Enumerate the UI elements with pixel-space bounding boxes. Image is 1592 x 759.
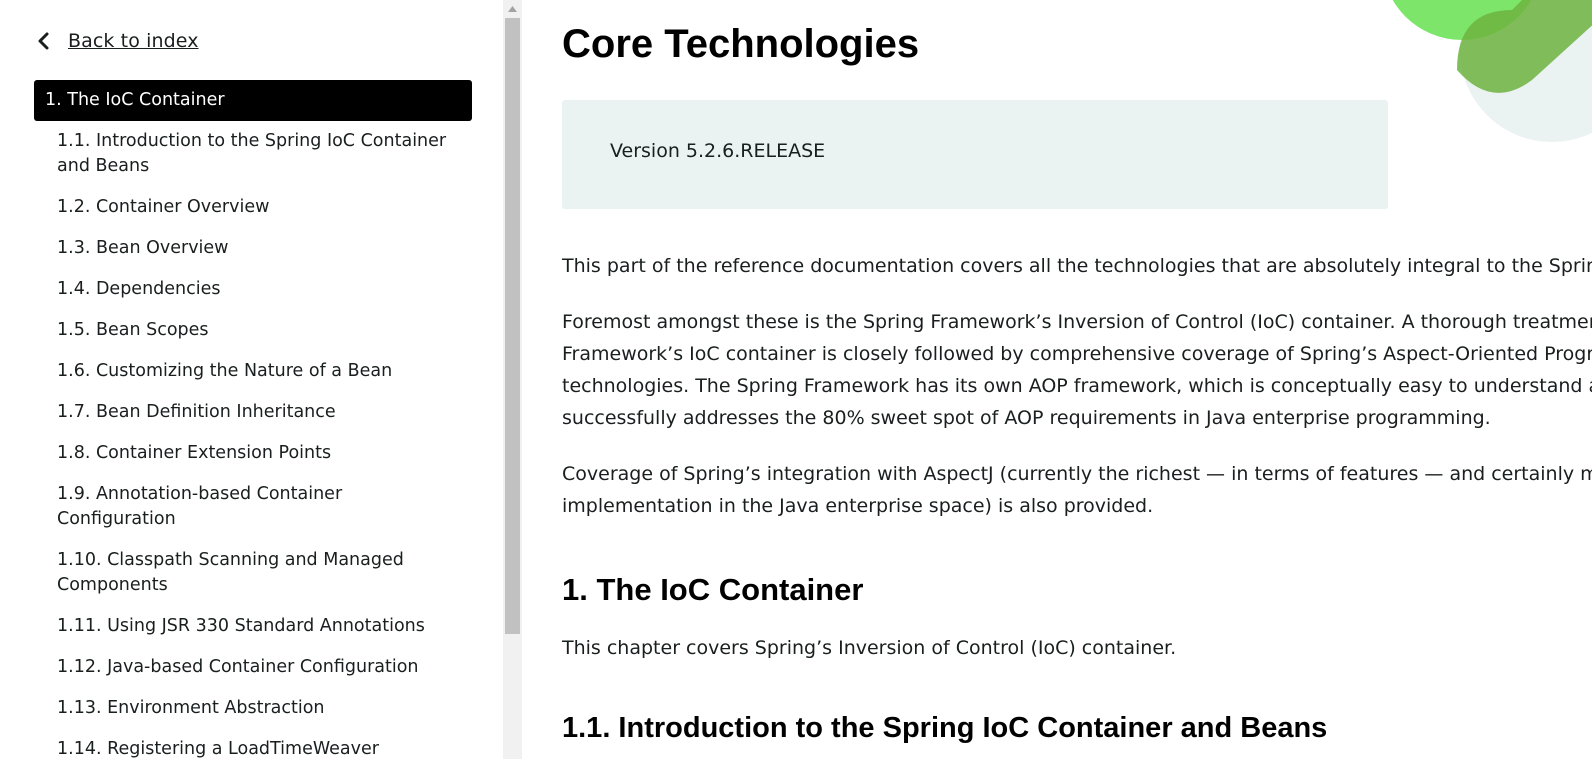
paragraph-line: This chapter covers Spring’s Inversion o… bbox=[562, 637, 1177, 659]
toc-item-loadtimeweaver[interactable]: 1.14. Registering a LoadTimeWeaver bbox=[34, 737, 472, 759]
section-ioc-intro-text: This chapter covers Spring’s Inversion o… bbox=[562, 632, 1592, 664]
toc-item-container-overview[interactable]: 1.2. Container Overview bbox=[34, 195, 472, 220]
paragraph-line: technologies. The Spring Framework has i… bbox=[562, 375, 1592, 397]
page-title: Core Technologies bbox=[562, 22, 920, 66]
toc-item-ioc-container[interactable]: 1. The IoC Container bbox=[34, 80, 472, 121]
sidebar-toc: Back to index 1. The IoC Container 1.1. … bbox=[0, 0, 496, 759]
toc-item-bean-scopes[interactable]: 1.5. Bean Scopes bbox=[34, 318, 472, 343]
toc-item-annotation-config[interactable]: 1.9. Annotation-based Container Configur… bbox=[34, 482, 472, 532]
toc-item-customizing-bean[interactable]: 1.6. Customizing the Nature of a Bean bbox=[34, 359, 472, 384]
version-box: Version 5.2.6.RELEASE bbox=[562, 100, 1388, 209]
paragraph-line: implementation in the Java enterprise sp… bbox=[562, 495, 1154, 517]
toc-item-bean-definition-inheritance[interactable]: 1.7. Bean Definition Inheritance bbox=[34, 400, 472, 425]
toc-item-classpath-scanning[interactable]: 1.10. Classpath Scanning and Managed Com… bbox=[34, 548, 472, 598]
toc-item-jsr330[interactable]: 1.11. Using JSR 330 Standard Annotations bbox=[34, 614, 472, 639]
toc-item-bean-overview[interactable]: 1.3. Bean Overview bbox=[34, 236, 472, 261]
section-heading-introduction: 1.1. Introduction to the Spring IoC Cont… bbox=[562, 712, 1328, 744]
section-heading-ioc-container: 1. The IoC Container bbox=[562, 572, 864, 607]
ioc-overview-paragraph: Foremost amongst these is the Spring Fra… bbox=[562, 306, 1592, 434]
decorative-shapes bbox=[1392, 0, 1592, 142]
aspectj-paragraph: Coverage of Spring’s integration with As… bbox=[562, 458, 1592, 522]
main-content: Core Technologies Version 5.2.6.RELEASE … bbox=[522, 0, 1592, 759]
version-label: Version 5.2.6.RELEASE bbox=[610, 140, 826, 162]
scrollbar-thumb[interactable] bbox=[505, 18, 520, 634]
sidebar-scrollbar[interactable] bbox=[503, 0, 522, 759]
toc-item-dependencies[interactable]: 1.4. Dependencies bbox=[34, 277, 472, 302]
toc-item-java-config[interactable]: 1.12. Java-based Container Configuration bbox=[34, 655, 472, 680]
back-to-index-link[interactable]: Back to index bbox=[36, 26, 199, 56]
intro-line: This part of the reference documentation… bbox=[562, 255, 1592, 277]
paragraph-line: Foremost amongst these is the Spring Fra… bbox=[562, 311, 1592, 333]
toc-item-introduction[interactable]: 1.1. Introduction to the Spring IoC Cont… bbox=[34, 129, 472, 179]
toc-list: 1. The IoC Container 1.1. Introduction t… bbox=[34, 80, 472, 759]
back-to-index-label: Back to index bbox=[68, 30, 199, 52]
paragraph-line: Framework’s IoC container is closely fol… bbox=[562, 343, 1592, 365]
intro-paragraph: This part of the reference documentation… bbox=[562, 250, 1592, 282]
scroll-up-arrow-icon[interactable] bbox=[503, 0, 522, 18]
chevron-left-icon bbox=[36, 26, 64, 56]
toc-item-container-extension-points[interactable]: 1.8. Container Extension Points bbox=[34, 441, 472, 466]
paragraph-line: Coverage of Spring’s integration with As… bbox=[562, 463, 1592, 485]
toc-item-environment-abstraction[interactable]: 1.13. Environment Abstraction bbox=[34, 696, 472, 721]
paragraph-line: successfully addresses the 80% sweet spo… bbox=[562, 407, 1491, 429]
